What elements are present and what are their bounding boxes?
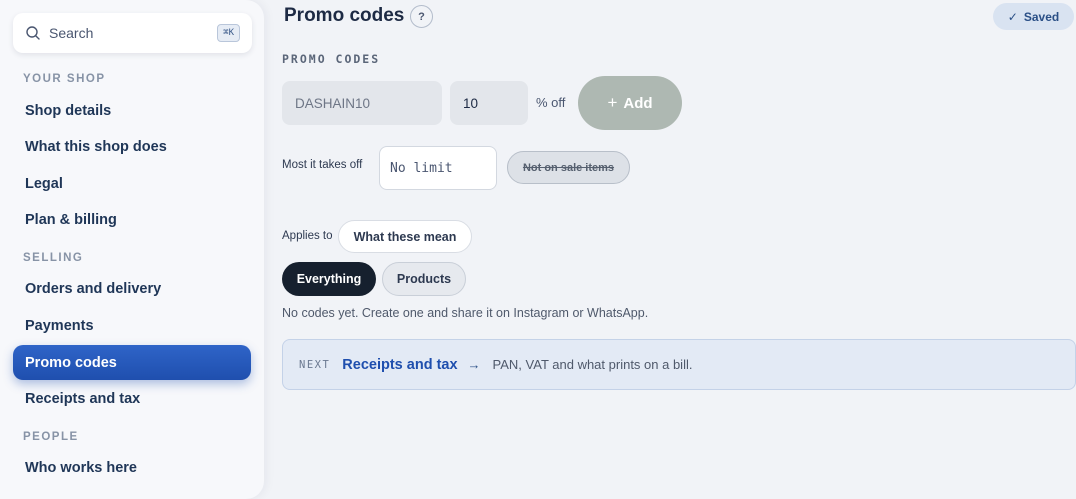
- check-icon: ✓: [1007, 9, 1018, 24]
- sidebar-item-promo-codes[interactable]: Promo codes: [13, 345, 251, 380]
- section-label-selling: SELLING: [23, 252, 84, 264]
- sidebar: Search ⌘K YOUR SHOP Shop details What th…: [0, 0, 264, 499]
- search-input[interactable]: Search ⌘K: [13, 13, 252, 53]
- sidebar-item-payments[interactable]: Payments: [13, 308, 251, 343]
- not-on-sale-items-toggle[interactable]: Not on sale items: [507, 151, 630, 184]
- plus-icon: +: [607, 93, 618, 112]
- scope-option-everything[interactable]: Everything: [282, 262, 376, 296]
- next-step-description: PAN, VAT and what prints on a bill.: [492, 357, 693, 372]
- section-label-your-shop: YOUR SHOP: [23, 73, 106, 85]
- arrow-right-icon: →: [467, 357, 481, 372]
- page-title: Promo codes: [284, 5, 405, 26]
- sidebar-item-plan-billing[interactable]: Plan & billing: [13, 202, 251, 237]
- promo-codes-heading: PROMO CODES: [282, 52, 381, 66]
- max-discount-label: Most it takes off: [282, 159, 363, 171]
- add-label: Add: [623, 94, 653, 112]
- saved-status-badge: ✓ Saved: [993, 3, 1074, 30]
- add-promo-button[interactable]: + Add: [578, 76, 682, 130]
- percent-off-label: % off: [536, 95, 566, 110]
- next-step-title: Receipts and tax: [342, 356, 458, 373]
- search-placeholder: Search: [49, 25, 94, 41]
- max-discount-input[interactable]: No limit: [379, 146, 497, 190]
- saved-label: Saved: [1023, 9, 1060, 24]
- sidebar-item-who-works-here[interactable]: Who works here: [13, 450, 251, 485]
- help-icon[interactable]: ?: [410, 5, 433, 28]
- sidebar-item-legal[interactable]: Legal: [13, 166, 251, 201]
- sidebar-item-shop-details[interactable]: Shop details: [13, 93, 251, 128]
- applies-to-label: Applies to: [282, 230, 333, 242]
- promo-code-input[interactable]: DASHAIN10: [282, 81, 442, 125]
- what-these-mean-button[interactable]: What these mean: [338, 220, 472, 253]
- next-tag: NEXT: [299, 358, 331, 371]
- sidebar-item-receipts-tax[interactable]: Receipts and tax: [13, 381, 251, 416]
- empty-state-note: No codes yet. Create one and share it on…: [282, 306, 649, 320]
- percent-off-input[interactable]: 10: [450, 81, 528, 125]
- sidebar-item-orders-delivery[interactable]: Orders and delivery: [13, 271, 251, 306]
- next-step-link[interactable]: NEXT Receipts and tax → PAN, VAT and wha…: [282, 339, 1076, 390]
- search-icon: [26, 26, 40, 40]
- section-label-people: PEOPLE: [23, 431, 79, 443]
- scope-option-products[interactable]: Products: [382, 262, 466, 296]
- search-shortcut-badge: ⌘K: [217, 24, 240, 42]
- sidebar-item-what-this-shop-does[interactable]: What this shop does: [13, 129, 251, 164]
